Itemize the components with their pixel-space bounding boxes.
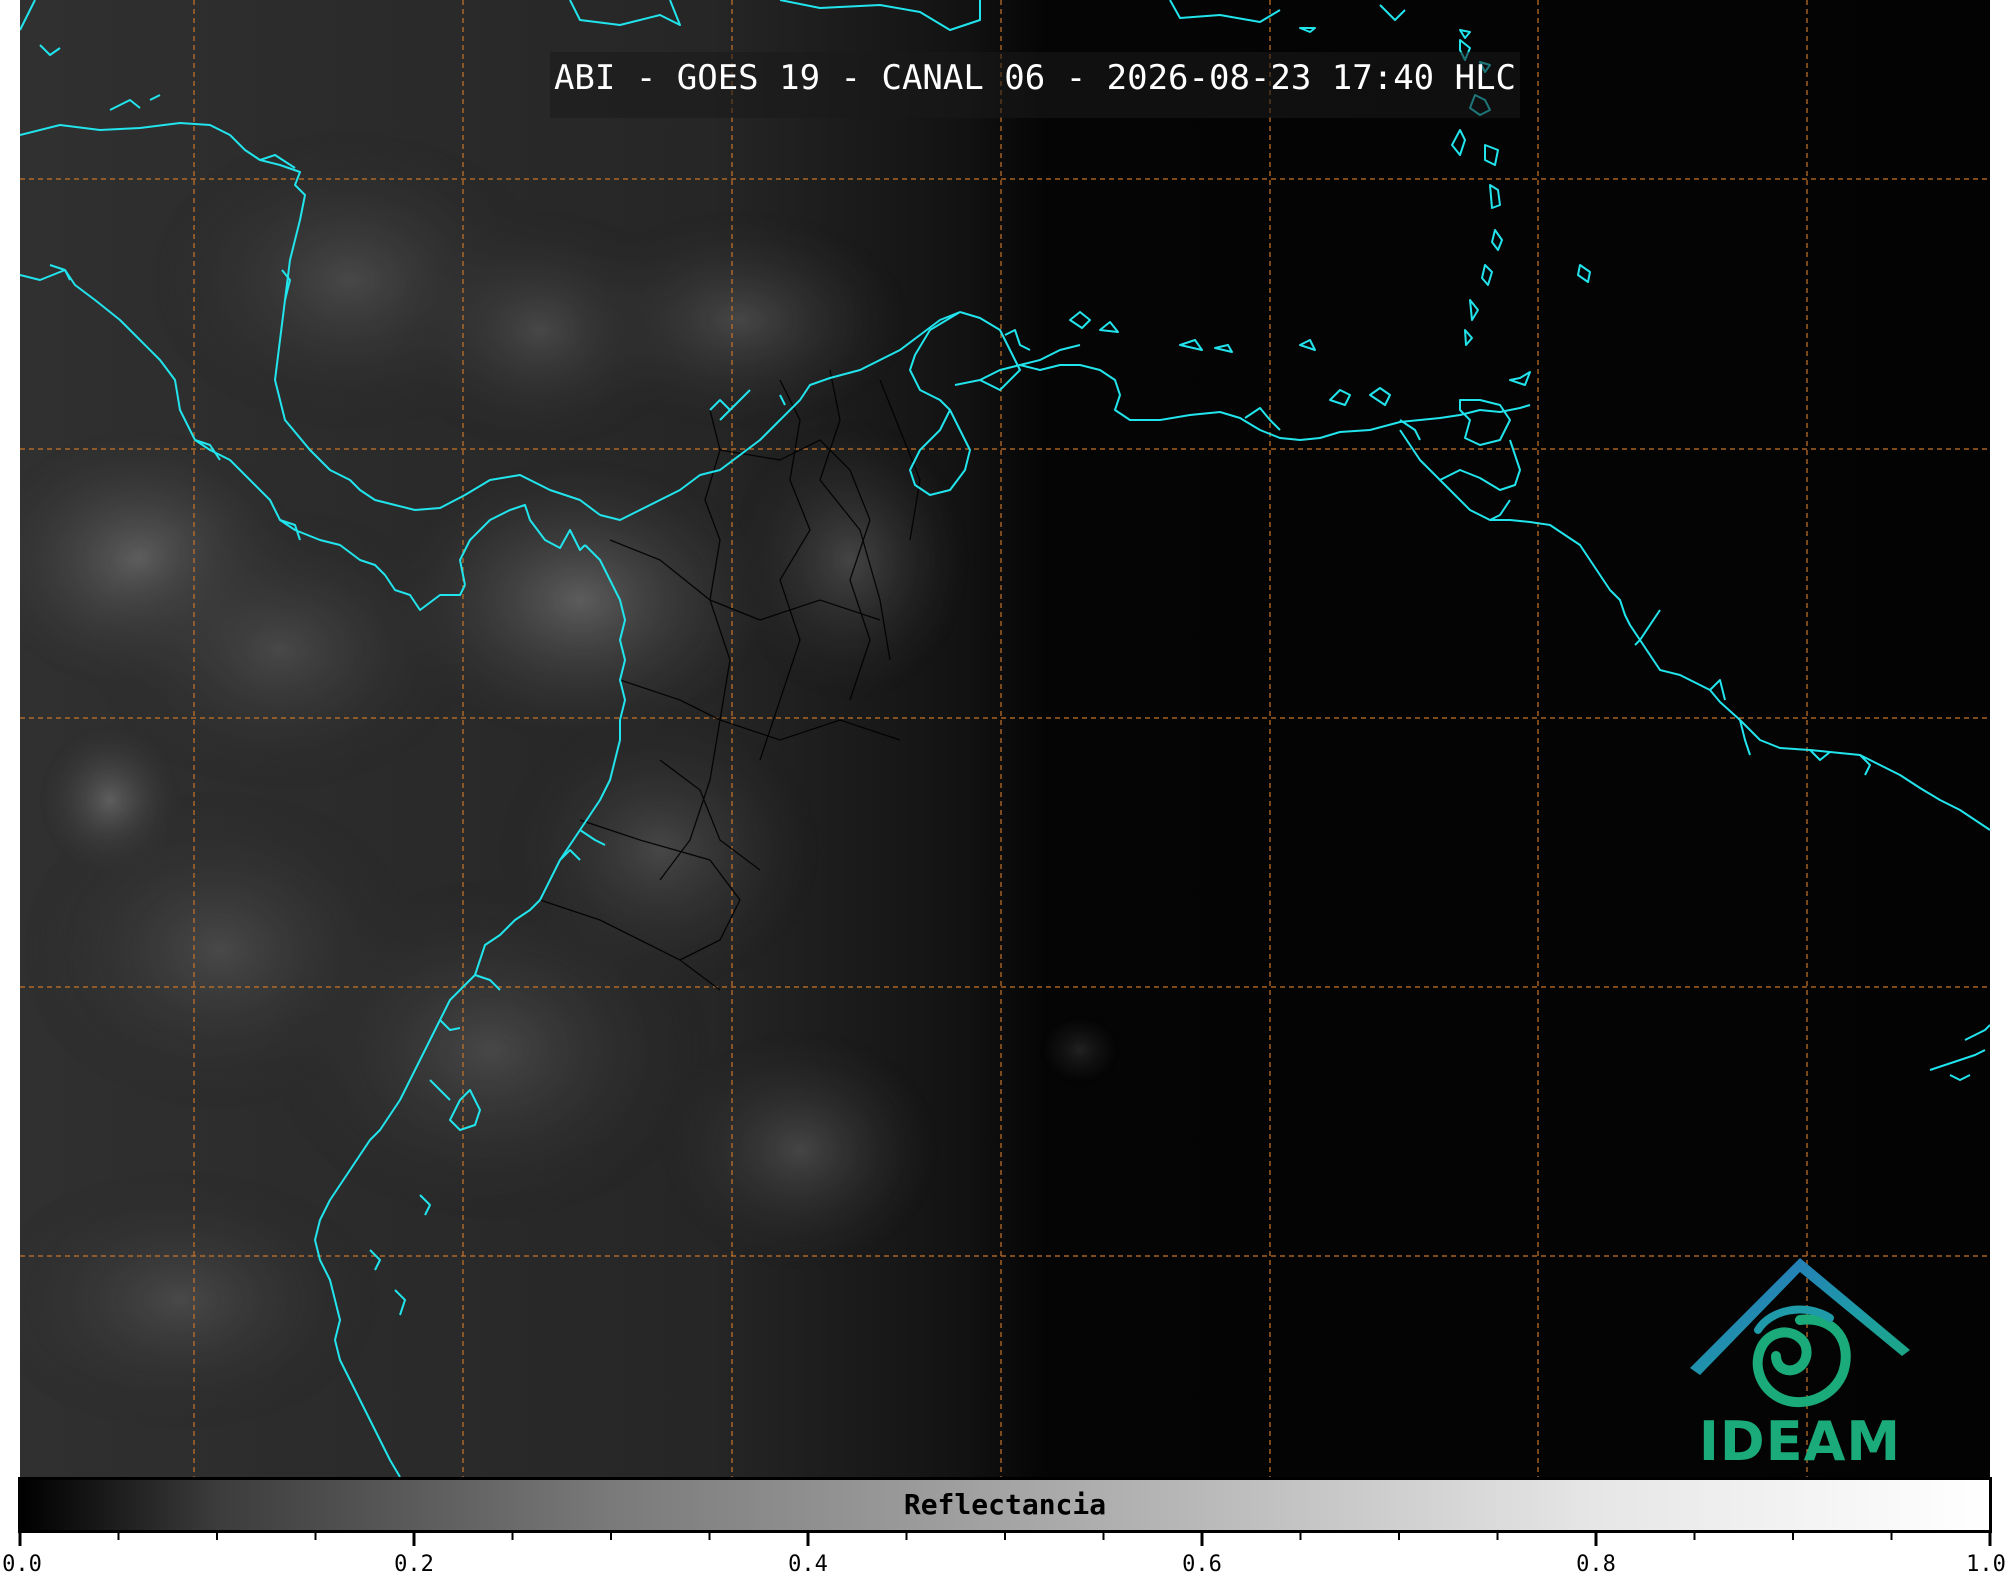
colorbar-tick-label: 0.6 <box>1182 1552 1222 1577</box>
title-box: ABI - GOES 19 - CANAL 06 - 2026-08-23 17… <box>550 52 1520 118</box>
colorbar-label: Reflectancia <box>903 1488 1107 1521</box>
colorbar: Reflectancia <box>18 1477 1992 1533</box>
colorbar-ticks <box>18 1530 1992 1546</box>
ideam-logo: IDEAM <box>1680 1250 1920 1475</box>
ideam-logo-icon <box>1690 1258 1910 1408</box>
colorbar-tick-label: 0.0 <box>2 1552 42 1577</box>
colorbar-tick-label: 0.2 <box>394 1552 434 1577</box>
colorbar-tick-label: 1.0 <box>1966 1552 2006 1577</box>
logo-text: IDEAM <box>1698 1410 1902 1473</box>
colorbar-tick-label: 0.4 <box>788 1552 828 1577</box>
satellite-map: ABI - GOES 19 - CANAL 06 - 2026-08-23 17… <box>20 0 1990 1477</box>
map-title: ABI - GOES 19 - CANAL 06 - 2026-08-23 17… <box>553 58 1517 98</box>
colorbar-tick-label: 0.8 <box>1576 1552 1616 1577</box>
